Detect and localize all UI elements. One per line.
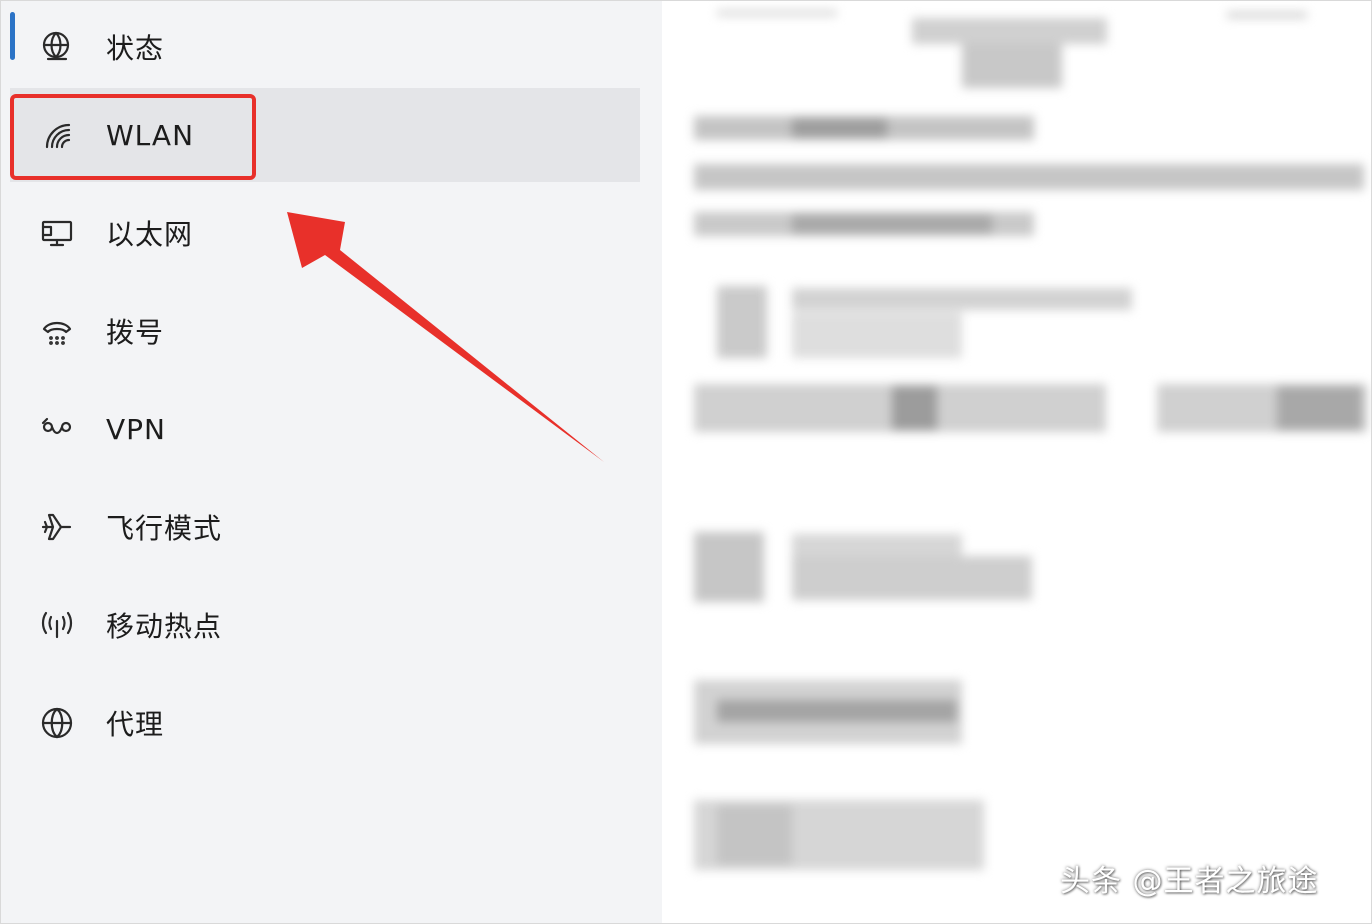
hotspot-icon bbox=[36, 604, 78, 646]
active-indicator bbox=[10, 12, 15, 60]
sidebar-item-label: VPN bbox=[106, 412, 166, 446]
sidebar-item-label: 代理 bbox=[106, 708, 165, 741]
sidebar-item-proxy[interactable]: 代理 bbox=[10, 676, 640, 770]
sidebar-item-label: 状态 bbox=[106, 32, 165, 65]
watermark-text: 头条 @王者之旅途 bbox=[1060, 864, 1319, 899]
sidebar-item-vpn[interactable]: VPN bbox=[10, 382, 640, 476]
sidebar-item-wlan[interactable]: WLAN bbox=[10, 88, 640, 182]
sidebar-item-mobile-hotspot[interactable]: 移动热点 bbox=[10, 578, 640, 672]
sidebar-item-label: 以太网 bbox=[106, 218, 194, 251]
sidebar-item-label: 移动热点 bbox=[106, 610, 223, 643]
sidebar-item-airplane-mode[interactable]: 飞行模式 bbox=[10, 480, 640, 574]
globe-status-icon bbox=[36, 26, 78, 68]
sidebar-item-dialup[interactable]: 拨号 bbox=[10, 284, 640, 378]
ethernet-icon bbox=[36, 212, 78, 254]
pixelated-content bbox=[662, 0, 1372, 924]
sidebar-item-label: 飞行模式 bbox=[106, 512, 223, 545]
sidebar-item-label: 拨号 bbox=[106, 316, 165, 349]
wifi-icon bbox=[36, 114, 78, 156]
globe-icon bbox=[36, 702, 78, 744]
sidebar-item-status[interactable]: 状态 bbox=[10, 0, 640, 94]
sidebar-item-label: WLAN bbox=[106, 118, 195, 152]
settings-sidebar: 状态 WLAN 以太网 拨号 VPN 飞行模式 移动热点 代理 bbox=[0, 0, 662, 924]
sidebar-item-ethernet[interactable]: 以太网 bbox=[10, 186, 640, 280]
vpn-icon bbox=[36, 408, 78, 450]
airplane-icon bbox=[36, 506, 78, 548]
wlan-content-pane-blurred bbox=[662, 0, 1372, 924]
dialup-icon bbox=[36, 310, 78, 352]
